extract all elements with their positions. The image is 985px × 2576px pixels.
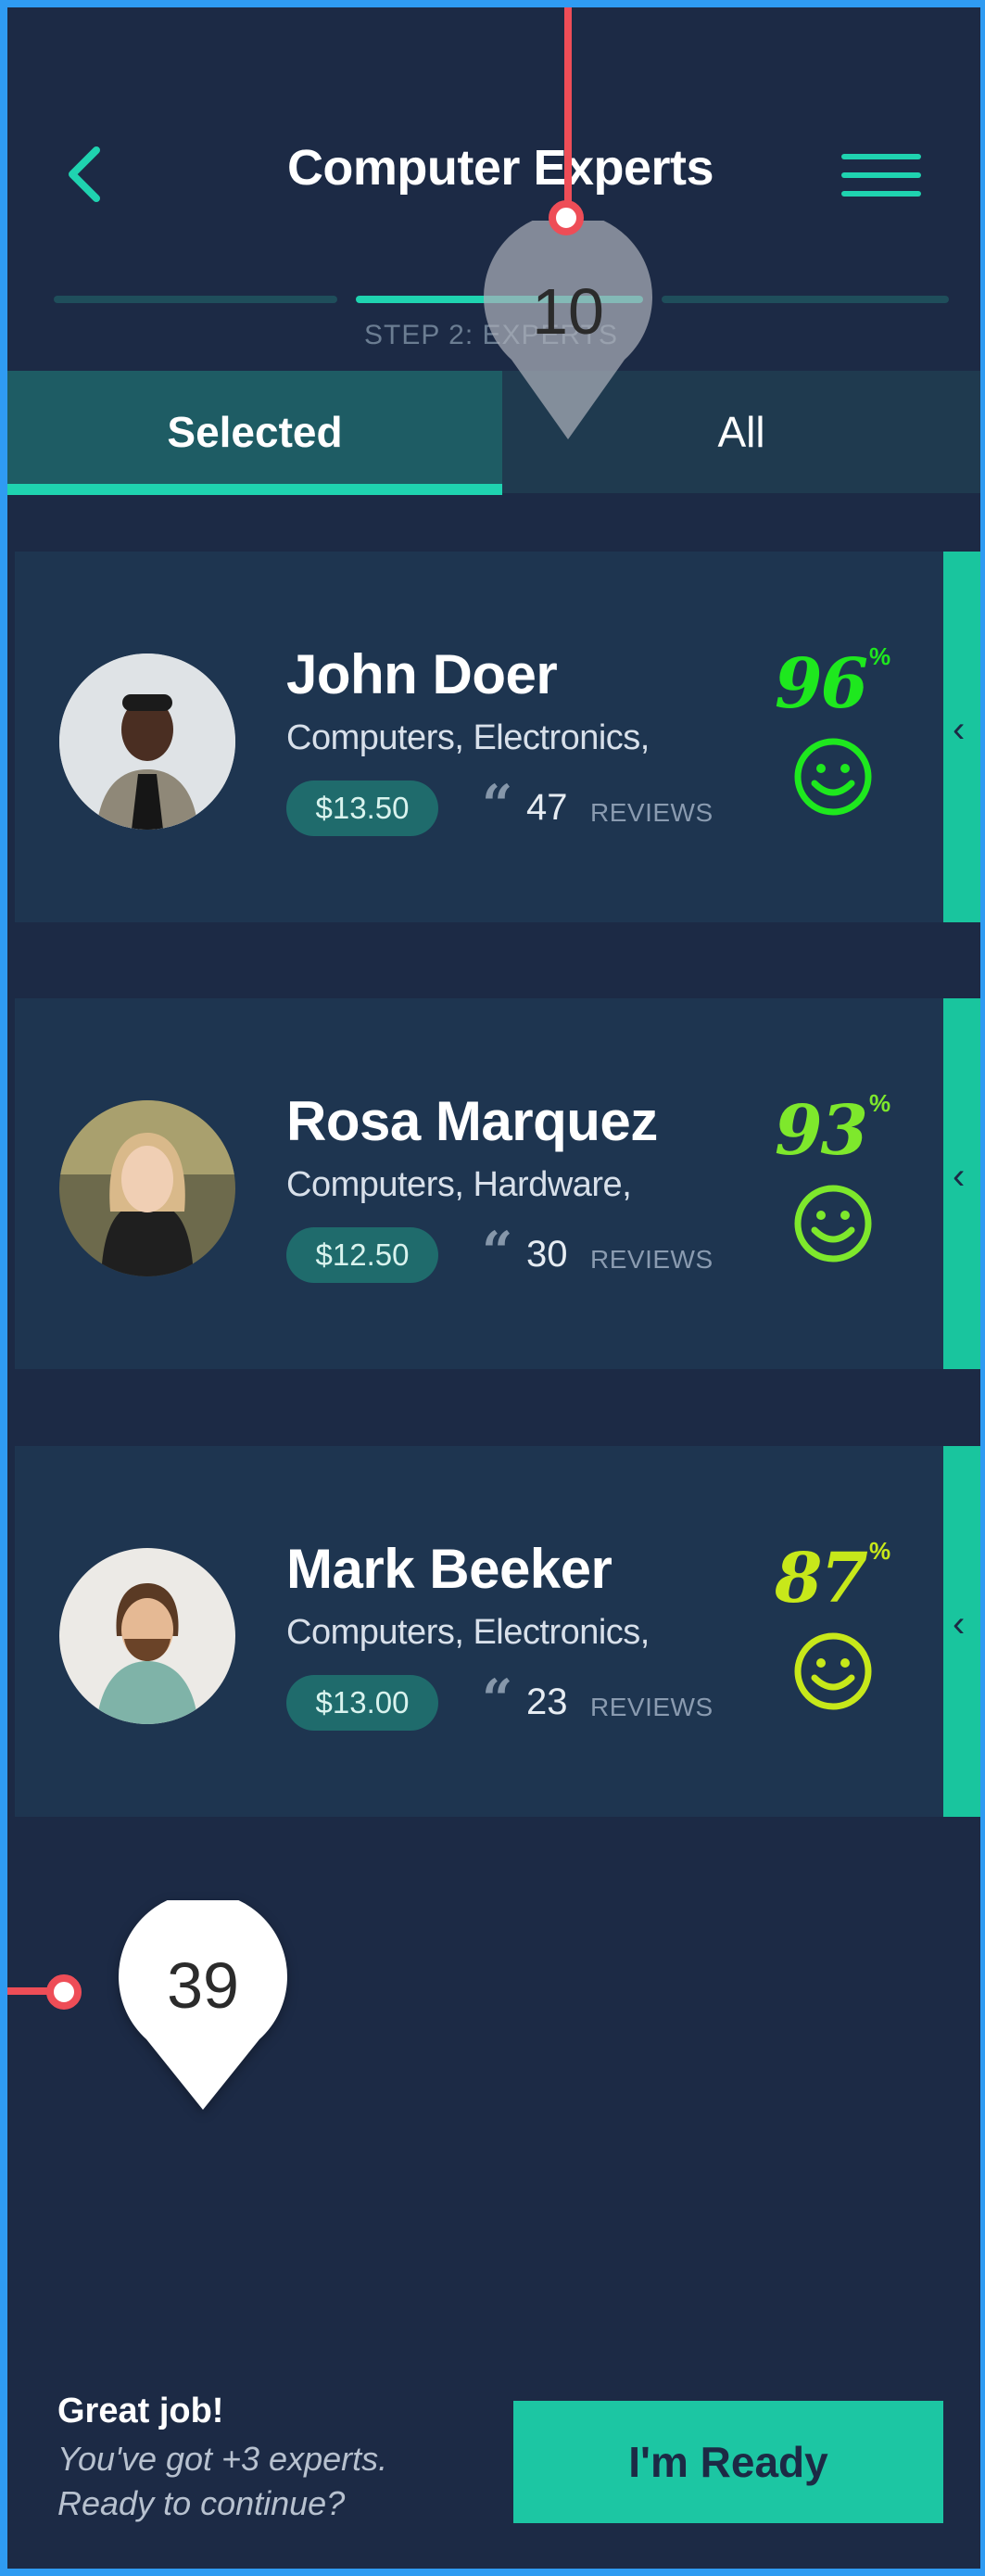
reviews-label: REVIEWS bbox=[590, 798, 713, 827]
footer-message: You've got +3 experts. bbox=[57, 2440, 388, 2478]
price-badge: $13.00 bbox=[286, 1675, 438, 1731]
hamburger-menu-icon bbox=[841, 154, 921, 159]
reviews-label: REVIEWS bbox=[590, 1245, 713, 1274]
annotation-marker: 39 bbox=[119, 1900, 287, 2110]
price-badge: $12.50 bbox=[286, 1227, 438, 1283]
ready-button[interactable]: I'm Ready bbox=[513, 2401, 943, 2523]
review-count: 47 bbox=[526, 787, 568, 828]
chevron-left-icon bbox=[69, 146, 100, 202]
quote-icon: “ bbox=[482, 773, 513, 836]
expert-categories: Computers, Electronics, bbox=[286, 718, 650, 757]
annotation-dot bbox=[46, 1974, 82, 2010]
progress-step-3 bbox=[662, 296, 949, 303]
smiley-icon bbox=[794, 1632, 872, 1710]
annotation-number: 39 bbox=[167, 1949, 239, 2022]
menu-button[interactable] bbox=[834, 148, 927, 204]
hamburger-menu-icon bbox=[841, 172, 921, 178]
expert-categories: Computers, Hardware, bbox=[286, 1165, 632, 1204]
expert-card[interactable]: John Doer Computers, Electronics, $13.50… bbox=[15, 552, 943, 922]
tab-selected[interactable]: Selected bbox=[7, 371, 502, 493]
active-tab-indicator bbox=[7, 484, 502, 495]
satisfaction-score: 87 bbox=[775, 1539, 868, 1618]
percent-sign: % bbox=[869, 642, 891, 670]
progress-step-1 bbox=[54, 296, 337, 303]
expert-card[interactable]: Rosa Marquez Computers, Hardware, $12.50… bbox=[15, 998, 943, 1369]
quote-icon: “ bbox=[482, 1668, 513, 1731]
page-title: Computer Experts bbox=[286, 140, 714, 196]
back-button[interactable] bbox=[57, 137, 113, 211]
expert-name: Rosa Marquez bbox=[286, 1090, 658, 1152]
annotation-leader-line bbox=[0, 1987, 52, 1995]
smiley-icon bbox=[794, 738, 872, 816]
footer-title: Great job! bbox=[57, 2392, 224, 2430]
hamburger-menu-icon bbox=[841, 191, 921, 197]
expert-name: John Doer bbox=[286, 643, 558, 705]
footer-message: Ready to continue? bbox=[57, 2484, 346, 2522]
annotation-marker: 10 bbox=[484, 221, 652, 439]
card-expand-handle[interactable]: ‹ bbox=[943, 1446, 980, 1817]
review-count: 30 bbox=[526, 1234, 568, 1275]
card-expand-handle[interactable]: ‹ bbox=[943, 998, 980, 1369]
percent-sign: % bbox=[869, 1089, 891, 1117]
expert-card[interactable]: Mark Beeker Computers, Electronics, $13.… bbox=[15, 1446, 943, 1817]
avatar bbox=[59, 1548, 235, 1724]
chevron-left-icon: ‹ bbox=[953, 709, 966, 750]
percent-sign: % bbox=[869, 1537, 891, 1565]
avatar bbox=[59, 654, 235, 830]
satisfaction-score: 93 bbox=[775, 1091, 868, 1171]
expert-name: Mark Beeker bbox=[286, 1538, 612, 1600]
annotation-number: 10 bbox=[532, 275, 604, 348]
annotation-leader-line bbox=[564, 0, 572, 204]
annotation-dot bbox=[549, 200, 584, 235]
satisfaction-score: 96 bbox=[775, 644, 868, 724]
reviews-label: REVIEWS bbox=[590, 1693, 713, 1721]
chevron-left-icon: ‹ bbox=[953, 1156, 966, 1197]
quote-icon: “ bbox=[482, 1220, 513, 1283]
card-expand-handle[interactable]: ‹ bbox=[943, 552, 980, 922]
chevron-left-icon: ‹ bbox=[953, 1604, 966, 1644]
price-badge: $13.50 bbox=[286, 780, 438, 836]
review-count: 23 bbox=[526, 1681, 568, 1722]
smiley-icon bbox=[794, 1185, 872, 1263]
avatar bbox=[59, 1100, 235, 1276]
expert-categories: Computers, Electronics, bbox=[286, 1613, 650, 1652]
